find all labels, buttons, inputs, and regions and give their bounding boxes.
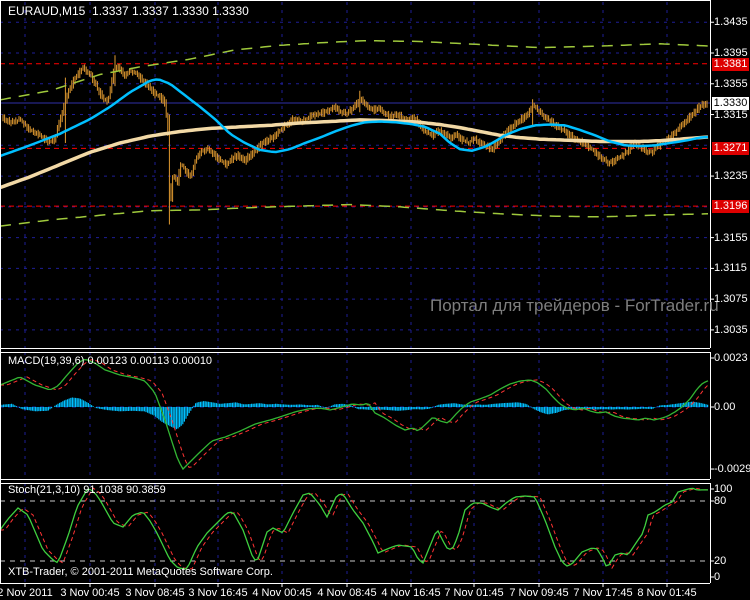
watermark: Портал для трейдеров - ForTrader.ru xyxy=(430,296,719,315)
macd-axis-label: -0.00291 xyxy=(714,463,750,476)
price-axis-label: 1.3235 xyxy=(714,170,748,183)
stoch-axis-label: 80 xyxy=(714,495,727,507)
time-axis-label: 8 Nov 01:45 xyxy=(637,587,697,599)
macd-indicator-label: MACD(19,39,6) 0.00123 0.00113 0.00010 xyxy=(8,355,213,367)
chart-title: EURAUD,M15 1.3337 1.3337 1.3330 1.3330 xyxy=(8,4,249,18)
price-axis-label: 1.3155 xyxy=(714,231,748,244)
price-axis-label: 1.3115 xyxy=(714,262,747,275)
price-axis-label: 1.3035 xyxy=(714,323,748,336)
current-price-badge: 1.3330 xyxy=(712,97,749,110)
time-axis-label: 4 Nov 00:45 xyxy=(252,587,312,599)
stoch-indicator-label: Stoch(21,3,10) 91.1038 90.3859 xyxy=(8,484,166,496)
time-axis-label: 7 Nov 17:45 xyxy=(573,587,633,599)
price-axis-label: 1.3315 xyxy=(714,108,748,121)
price-axis-label: 1.3355 xyxy=(714,77,748,90)
price-level-badge: 1.3381 xyxy=(712,57,749,71)
time-axis-label: 3 Nov 00:45 xyxy=(60,587,120,599)
macd-axis-label: 0.0023 xyxy=(714,352,748,364)
time-axis-label: 2 Nov 2011 xyxy=(0,587,53,599)
time-axis-label: 4 Nov 16:45 xyxy=(381,587,441,599)
stoch-axis-label: 20 xyxy=(714,555,727,567)
stoch-axis-label: 0 xyxy=(714,571,721,583)
copyright-text: XTB-Trader, © 2001-2011 MetaQuotes Softw… xyxy=(8,566,273,578)
time-axis-label: 3 Nov 16:45 xyxy=(188,587,248,599)
time-axis-label: 7 Nov 01:45 xyxy=(444,587,504,599)
price-level-badge: 1.3271 xyxy=(712,142,749,156)
price-level-badge: 1.3196 xyxy=(712,200,749,214)
time-axis-label: 7 Nov 09:45 xyxy=(509,587,569,599)
macd-axis-label: 0.00 xyxy=(714,401,736,413)
price-axis-label: 1.3435 xyxy=(714,16,748,29)
time-axis-label: 4 Nov 08:45 xyxy=(317,587,377,599)
time-axis-label: 3 Nov 08:45 xyxy=(125,587,185,599)
price-axis-label: 1.3075 xyxy=(714,293,748,306)
mt4-chart-window: EURAUD,M15 1.3337 1.3337 1.3330 1.3330 П… xyxy=(0,0,750,600)
